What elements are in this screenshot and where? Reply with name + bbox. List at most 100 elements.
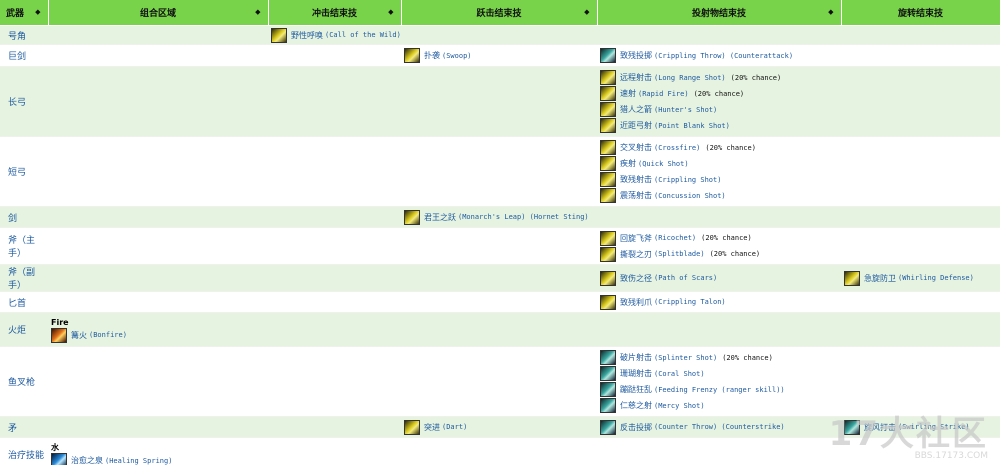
weapon-cell[interactable]: 火炬 [0, 312, 48, 347]
skill-icon[interactable] [600, 118, 616, 133]
weapon-cell[interactable]: 短弓 [0, 136, 48, 207]
whirl-cell [841, 437, 1000, 465]
skill-link[interactable]: 交叉射击 [620, 142, 652, 153]
skill-icon[interactable] [600, 156, 616, 171]
skill-link[interactable]: 反击投掷 [620, 422, 652, 433]
skill-link[interactable]: 近距弓射 [620, 120, 652, 131]
weapon-cell[interactable]: 巨剑 [0, 44, 48, 67]
weapon-cell[interactable]: 鱼叉枪 [0, 346, 48, 417]
skill-icon[interactable] [600, 70, 616, 85]
skill-link[interactable]: 破片射击 [620, 352, 652, 363]
skill-icon[interactable] [600, 140, 616, 155]
skill-icon[interactable] [600, 350, 616, 365]
skill-icon[interactable] [600, 230, 616, 246]
header-charge[interactable]: 冲击结束技 ◆ [268, 0, 402, 26]
skill-link[interactable]: 突进 [424, 422, 440, 433]
skill-icon[interactable] [600, 366, 616, 381]
skill-entry: 远程射击 (Long Range Shot) (20% chance) [600, 70, 841, 86]
combo-cell [48, 291, 268, 313]
skill-link[interactable]: 撕裂之刃 [620, 249, 652, 260]
weapon-cell[interactable]: 斧（副手） [0, 264, 48, 292]
skill-icon[interactable] [600, 188, 616, 203]
skill-link[interactable]: 珊瑚射击 [620, 368, 652, 379]
skill-icon[interactable] [600, 172, 616, 187]
skill-english-name: (Counter Throw) (Counterstrike) [654, 423, 785, 431]
skill-icon[interactable] [600, 398, 616, 413]
skill-link[interactable]: 震荡射击 [620, 190, 652, 201]
header-combo[interactable]: 组合区域 ◆ [48, 0, 269, 26]
weapon-cell[interactable]: 号角 [0, 25, 48, 45]
sort-icon[interactable]: ◆ [584, 8, 589, 16]
table-row: 火炬 Fire 篝火 (Bonfire) [0, 312, 1000, 347]
skill-icon[interactable] [404, 419, 420, 435]
skill-link[interactable]: 远程射击 [620, 72, 652, 83]
combo-cell [48, 44, 268, 67]
header-whirl[interactable]: 旋转结束技 [841, 0, 1000, 26]
skill-english-name: (Long Range Shot) [654, 73, 726, 82]
sort-icon[interactable]: ◆ [35, 8, 40, 16]
combo-cell [48, 66, 268, 137]
weapon-cell[interactable]: 长弓 [0, 66, 48, 137]
skill-icon[interactable] [404, 209, 420, 225]
skill-english-name: (Crippling Throw) (Counterattack) [654, 51, 794, 60]
skill-link[interactable]: 野性呼唤 [291, 30, 323, 41]
weapon-cell[interactable]: 匕首 [0, 291, 48, 313]
header-row: 武器 ◆ 组合区域 ◆ 冲击结束技 ◆ 跃击结束技 ◆ 投射物结束技 ◆ 旋转结束技 [0, 0, 1000, 26]
leap-cell: 突进 (Dart) [401, 416, 597, 438]
skill-icon[interactable] [51, 327, 67, 343]
skill-icon[interactable] [271, 27, 287, 43]
combo-cell: Fire 篝火 (Bonfire) [48, 312, 268, 347]
skill-note: (20% chance) [705, 143, 756, 152]
skill-link[interactable]: 猎人之箭 [620, 104, 652, 115]
skill-link[interactable]: 扑袭 [424, 50, 440, 61]
skill-note: (20% chance) [693, 89, 745, 98]
skill-link[interactable]: 篝火 [71, 330, 87, 341]
skill-icon[interactable] [51, 453, 67, 465]
header-weapon[interactable]: 武器 ◆ [0, 0, 49, 26]
skill-english-name: (Hunter's Shot) [654, 105, 718, 114]
whirl-cell [841, 346, 1000, 417]
skill-link[interactable]: 旋风打击 [864, 422, 896, 433]
weapon-cell[interactable]: 剑 [0, 206, 48, 228]
skill-link[interactable]: 治愈之泉 [71, 455, 103, 465]
sort-icon[interactable]: ◆ [255, 8, 260, 16]
skill-icon[interactable] [844, 419, 860, 435]
weapon-cell[interactable]: 斧（主手） [0, 227, 48, 265]
skill-icon[interactable] [600, 246, 616, 262]
skill-english-name: (Call of the Wild) [325, 31, 401, 39]
skill-icon[interactable] [600, 270, 616, 286]
sort-icon[interactable]: ◆ [388, 8, 393, 16]
whirl-cell [841, 25, 1000, 45]
sort-icon[interactable]: ◆ [828, 8, 833, 16]
skill-icon[interactable] [600, 86, 616, 101]
header-projectile[interactable]: 投射物结束技 ◆ [597, 0, 842, 26]
skill-icon[interactable] [844, 270, 860, 286]
skill-link[interactable]: 急旋防卫 [864, 273, 896, 284]
skill-icon[interactable] [600, 294, 616, 310]
skill-entry: 破片射击 (Splinter Shot) (20% chance) [600, 350, 841, 366]
header-leap[interactable]: 跃击结束技 ◆ [401, 0, 598, 26]
weapon-cell[interactable]: 矛 [0, 416, 48, 438]
leap-cell [401, 136, 597, 207]
combo-cell [48, 416, 268, 438]
skill-icon[interactable] [600, 48, 616, 63]
skill-link[interactable]: 回旋飞斧 [620, 233, 652, 244]
skill-icon[interactable] [600, 382, 616, 397]
skill-link[interactable]: 致残投掷 [620, 50, 652, 61]
leap-cell [401, 25, 597, 45]
skill-link[interactable]: 致残射击 [620, 174, 652, 185]
skill-icon[interactable] [600, 419, 616, 435]
skill-link[interactable]: 致伤之径 [620, 273, 652, 284]
skill-note: (20% chance) [730, 73, 782, 82]
leap-cell [401, 264, 597, 292]
skill-link[interactable]: 蹦跶狂乱 [620, 384, 652, 395]
whirl-cell: 急旋防卫 (Whirling Defense) [841, 264, 1000, 292]
skill-link[interactable]: 致残利爪 [620, 297, 652, 308]
skill-icon[interactable] [404, 48, 420, 63]
skill-link[interactable]: 疾射 [620, 158, 636, 169]
skill-link[interactable]: 君王之跃 [424, 212, 456, 223]
skill-icon[interactable] [600, 102, 616, 117]
skill-link[interactable]: 仁慈之射 [620, 400, 652, 411]
skill-link[interactable]: 速射 [620, 88, 636, 99]
weapon-cell[interactable]: 治疗技能 [0, 437, 48, 465]
